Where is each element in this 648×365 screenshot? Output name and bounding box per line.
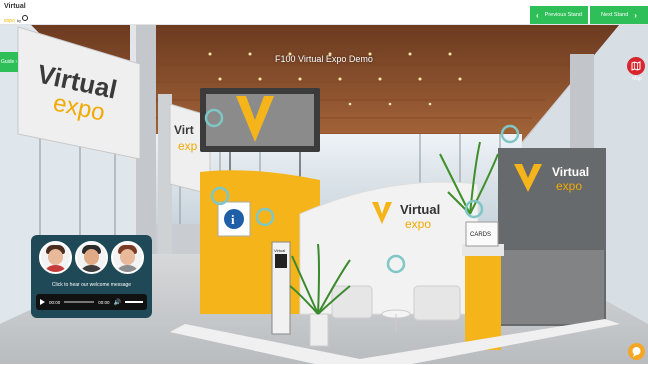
avatar[interactable]	[39, 241, 72, 274]
map-button[interactable]	[627, 57, 645, 75]
booth-text-expo: expo	[405, 217, 431, 231]
volume-slider[interactable]	[125, 301, 143, 303]
next-stand-button[interactable]: Next Stand ›	[590, 6, 648, 24]
virtual-expo-logo: Virtual expo by	[4, 3, 29, 26]
next-stand-label: Next Stand	[601, 12, 629, 18]
avatar[interactable]	[75, 241, 108, 274]
previous-stand-button[interactable]: ‹ Previous Stand	[530, 6, 588, 24]
booth-text-virtual: Virtual	[400, 202, 440, 217]
help-chat-button[interactable]	[628, 343, 645, 360]
top-bar: Virtual expo by ‹ Previous Stand Next Sta…	[0, 0, 648, 25]
wall-text-virtual: Virtual	[552, 165, 589, 179]
mid-banner-text-2: exp	[178, 139, 198, 153]
time-total: 00:00	[98, 299, 110, 305]
hotspot-cards[interactable]	[466, 201, 482, 217]
wall-text-expo: expo	[556, 179, 582, 193]
volume-icon[interactable]: 🔊	[114, 299, 121, 306]
audio-player: 00:00 00:00 🔊	[36, 294, 147, 310]
guide-button[interactable]: Guide ›	[0, 52, 18, 72]
cards-label: CARDS	[470, 232, 491, 238]
mid-banner-text: Virt	[174, 123, 194, 137]
play-icon[interactable]	[40, 299, 45, 305]
welcome-caption[interactable]: Click to hear our welcome message	[31, 282, 152, 288]
chat-bubble-icon	[632, 347, 641, 357]
hotspot-screen[interactable]	[206, 110, 222, 126]
hotspot-wall[interactable]	[502, 126, 518, 142]
logo-word-expo: expo	[4, 18, 15, 24]
stand-label: Virtual	[274, 248, 285, 253]
avatar[interactable]	[111, 241, 144, 274]
partner-logo-icon	[22, 14, 29, 21]
hotspot-info[interactable]	[212, 188, 228, 204]
svg-text:i: i	[231, 212, 235, 227]
stand-title: F100 Virtual Expo Demo	[275, 54, 373, 64]
guide-label: Guide	[0, 59, 15, 65]
audio-progress-bar[interactable]	[64, 301, 95, 303]
hotspot-brochure[interactable]	[257, 209, 273, 225]
previous-stand-label: Previous Stand	[544, 12, 582, 18]
chevron-right-icon: ›	[634, 10, 637, 20]
chevron-left-icon: ‹	[536, 10, 539, 20]
map-icon	[631, 61, 641, 71]
logo-word-virtual: Virtual	[4, 3, 26, 10]
hotspot-lounge[interactable]	[388, 256, 404, 272]
map-label: Map	[632, 76, 642, 82]
welcome-message-panel: Click to hear our welcome message 00:00 …	[31, 235, 152, 318]
time-elapsed: 00:00	[49, 299, 61, 305]
chevron-right-icon: ›	[15, 59, 17, 65]
